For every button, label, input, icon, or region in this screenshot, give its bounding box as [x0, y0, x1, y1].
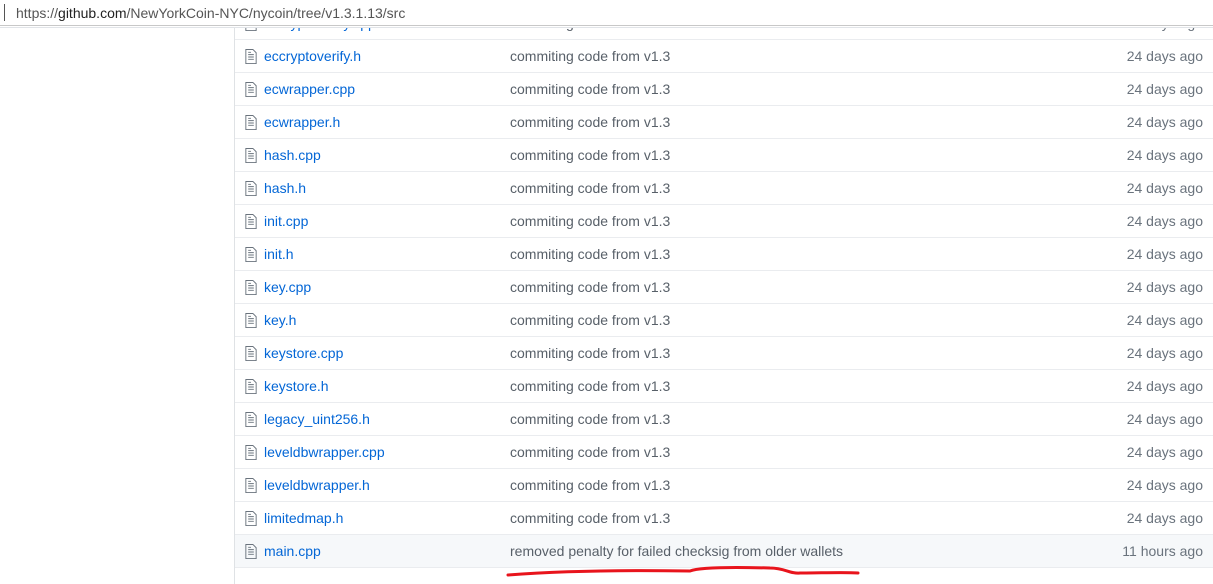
file-icon [245, 247, 257, 262]
file-name-link[interactable]: legacy_uint256.h [264, 403, 370, 435]
file-row[interactable]: ecwrapper.h commiting code from v1.3 24 da… [235, 106, 1213, 139]
file-row[interactable]: eccryptoverify.h commiting code from v1.3… [235, 40, 1213, 73]
file-row[interactable]: leveldbwrapper.h commiting code from v1.3… [235, 469, 1213, 502]
commit-message-link[interactable]: commiting code from v1.3 [510, 73, 670, 105]
commit-age: 24 days ago [1126, 279, 1203, 295]
file-name-link[interactable]: init.h [264, 238, 294, 270]
file-name-link[interactable]: key.h [264, 304, 296, 336]
file-row[interactable]: limitedmap.h commiting code from v1.3 24 d… [235, 502, 1213, 535]
file-icon [245, 313, 257, 328]
commit-message-link[interactable]: commiting code from v1.3 [510, 469, 670, 501]
commit-age: 24 days ago [1126, 180, 1203, 196]
file-rows: eccryptoverify.cpp commiting code from v1… [235, 28, 1213, 568]
commit-age: 24 days ago [1126, 213, 1203, 229]
file-icon [245, 115, 257, 130]
commit-message-link[interactable]: commiting code from v1.3 [510, 106, 670, 138]
commit-message-link[interactable]: commiting code from v1.3 [510, 337, 670, 369]
file-row[interactable]: eccryptoverify.cpp commiting code from v1… [235, 28, 1213, 40]
file-row[interactable]: legacy_uint256.h commiting code from v1.3… [235, 403, 1213, 436]
commit-message-link[interactable]: commiting code from v1.3 [510, 271, 670, 303]
commit-message-link[interactable]: commiting code from v1.3 [510, 28, 670, 39]
file-icon [245, 214, 257, 229]
commit-age: 11 hours ago [1122, 543, 1203, 559]
commit-age: 24 days ago [1126, 477, 1203, 493]
commit-age: 24 days ago [1126, 345, 1203, 361]
commit-age: 24 days ago [1126, 81, 1203, 97]
file-name-link[interactable]: eccryptoverify.h [264, 40, 361, 72]
file-row[interactable]: hash.h commiting code from v1.3 24 days ag… [235, 172, 1213, 205]
commit-message-link[interactable]: commiting code from v1.3 [510, 205, 670, 237]
file-name-link[interactable]: keystore.cpp [264, 337, 343, 369]
commit-age: 24 days ago [1126, 48, 1203, 64]
file-row[interactable]: leveldbwrapper.cpp commiting code from v1… [235, 436, 1213, 469]
commit-age: 24 days ago [1126, 378, 1203, 394]
commit-message-link[interactable]: commiting code from v1.3 [510, 304, 670, 336]
file-row[interactable]: hash.cpp commiting code from v1.3 24 days … [235, 139, 1213, 172]
file-row[interactable]: keystore.h commiting code from v1.3 24 day… [235, 370, 1213, 403]
file-name-link[interactable]: limitedmap.h [264, 502, 343, 534]
commit-message-link[interactable]: commiting code from v1.3 [510, 172, 670, 204]
file-row[interactable]: key.cpp commiting code from v1.3 24 days a… [235, 271, 1213, 304]
file-name-link[interactable]: ecwrapper.cpp [264, 73, 355, 105]
url-text[interactable]: https://github.com/NewYorkCoin-NYC/nycoi… [16, 4, 405, 22]
file-row[interactable]: ecwrapper.cpp commiting code from v1.3 24 … [235, 73, 1213, 106]
file-name-link[interactable]: leveldbwrapper.h [264, 469, 370, 501]
file-list: eccryptoverify.cpp commiting code from v1… [234, 28, 1213, 584]
file-icon [245, 28, 257, 31]
file-icon [245, 511, 257, 526]
file-name-link[interactable]: ecwrapper.h [264, 106, 340, 138]
file-icon [245, 49, 257, 64]
commit-age: 24 days ago [1126, 444, 1203, 460]
browser-address-bar[interactable]: https://github.com/NewYorkCoin-NYC/nycoi… [0, 0, 1213, 26]
file-icon [245, 346, 257, 361]
url-prefix: https:// [16, 5, 59, 21]
file-icon [245, 82, 257, 97]
commit-message-link[interactable]: commiting code from v1.3 [510, 370, 670, 402]
commit-message-link[interactable]: commiting code from v1.3 [510, 502, 670, 534]
file-icon [245, 445, 257, 460]
file-name-link[interactable]: hash.cpp [264, 139, 321, 171]
file-row[interactable]: key.h commiting code from v1.3 24 days ago [235, 304, 1213, 337]
commit-message-link[interactable]: commiting code from v1.3 [510, 403, 670, 435]
commit-age: 24 days ago [1126, 246, 1203, 262]
file-name-link[interactable]: main.cpp [264, 535, 321, 567]
file-name-link[interactable]: key.cpp [264, 271, 311, 303]
file-icon [245, 280, 257, 295]
commit-message-link[interactable]: removed penalty for failed checksig from… [510, 535, 843, 567]
file-name-link[interactable]: hash.h [264, 172, 306, 204]
commit-message-link[interactable]: commiting code from v1.3 [510, 436, 670, 468]
file-icon [245, 412, 257, 427]
commit-age: 24 days ago [1126, 411, 1203, 427]
file-icon [245, 544, 257, 559]
commit-age: 24 days ago [1126, 114, 1203, 130]
file-icon [245, 181, 257, 196]
file-row[interactable]: init.h commiting code from v1.3 24 days ag… [235, 238, 1213, 271]
file-icon [245, 379, 257, 394]
file-row[interactable]: main.cpp removed penalty for failed check… [235, 535, 1213, 568]
file-icon [245, 148, 257, 163]
commit-age: 24 days ago [1127, 28, 1203, 39]
commit-age: 24 days ago [1126, 510, 1203, 526]
file-row[interactable]: keystore.cpp commiting code from v1.3 24 d… [235, 337, 1213, 370]
commit-age: 24 days ago [1126, 147, 1203, 163]
commit-age: 24 days ago [1126, 312, 1203, 328]
url-path: /NewYorkCoin-NYC/nycoin/tree/v1.3.1.13/s… [126, 5, 406, 21]
file-name-link[interactable]: keystore.h [264, 370, 329, 402]
url-host: github.com [58, 5, 127, 21]
file-row[interactable]: init.cpp commiting code from v1.3 24 days … [235, 205, 1213, 238]
commit-message-link[interactable]: commiting code from v1.3 [510, 139, 670, 171]
commit-message-link[interactable]: commiting code from v1.3 [510, 40, 670, 72]
file-name-link[interactable]: eccryptoverify.cpp [264, 28, 376, 39]
text-cursor [4, 4, 5, 21]
file-icon [245, 478, 257, 493]
file-name-link[interactable]: leveldbwrapper.cpp [264, 436, 385, 468]
file-name-link[interactable]: init.cpp [264, 205, 308, 237]
commit-message-link[interactable]: commiting code from v1.3 [510, 238, 670, 270]
